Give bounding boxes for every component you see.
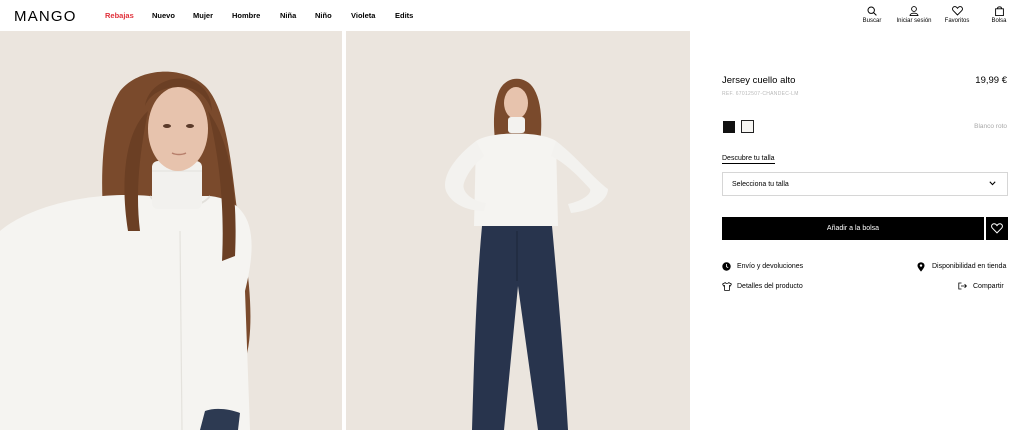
size-select[interactable]: Selecciona tu talla — [722, 172, 1008, 196]
product-image-fullbody[interactable] — [346, 31, 690, 430]
bag-icon — [994, 6, 1004, 16]
store-availability-label: Disponibilidad en tienda — [932, 263, 1007, 270]
add-to-favorites-button[interactable] — [986, 217, 1008, 240]
location-pin-icon — [917, 262, 925, 272]
nav-item-nino[interactable]: Niño — [315, 11, 332, 20]
product-reference: REF. 67012507-CHANDEC-LM — [722, 91, 799, 97]
nav-item-rebajas[interactable]: Rebajas — [105, 11, 134, 20]
product-details-label: Detalles del producto — [737, 283, 803, 290]
bag-button[interactable]: Bolsa — [988, 6, 1010, 24]
search-label: Buscar — [862, 18, 882, 24]
favorites-label: Favoritos — [944, 18, 970, 24]
bag-label: Bolsa — [991, 18, 1007, 24]
search-button[interactable]: Buscar — [858, 6, 886, 24]
shirt-icon — [722, 282, 732, 291]
share-icon — [958, 282, 967, 290]
model-closeup-illustration — [0, 31, 342, 430]
shipping-returns-link[interactable]: Envío y devoluciones — [722, 262, 804, 271]
model-fullbody-illustration — [346, 31, 690, 430]
search-icon — [867, 6, 877, 16]
size-guide-link[interactable]: Descubre tu talla — [722, 155, 775, 164]
heart-icon — [951, 6, 963, 16]
shipping-returns-label: Envío y devoluciones — [737, 263, 804, 270]
login-button[interactable]: Iniciar sesión — [893, 6, 935, 24]
favorites-button[interactable]: Favoritos — [940, 6, 974, 24]
color-swatch-offwhite[interactable] — [741, 120, 754, 133]
nav-item-mujer[interactable]: Mujer — [193, 11, 213, 20]
share-link[interactable]: Compartir — [958, 282, 1004, 290]
heart-icon — [991, 223, 1003, 234]
nav-item-edits[interactable]: Edits — [395, 11, 413, 20]
color-swatch-black[interactable] — [723, 121, 735, 133]
nav-item-nina[interactable]: Niña — [280, 11, 296, 20]
selected-color-label: Blanco roto — [974, 123, 1007, 130]
site-header: MANGO Rebajas Nuevo Mujer Hombre Niña Ni… — [0, 0, 1024, 31]
product-details-link[interactable]: Detalles del producto — [722, 282, 803, 291]
nav-item-violeta[interactable]: Violeta — [351, 11, 375, 20]
add-to-bag-button[interactable]: Añadir a la bolsa — [722, 217, 984, 240]
clock-icon — [722, 262, 731, 271]
chevron-down-icon — [989, 181, 996, 186]
user-icon — [909, 6, 919, 16]
nav-item-nuevo[interactable]: Nuevo — [152, 11, 175, 20]
product-title: Jersey cuello alto — [722, 75, 796, 86]
product-image-closeup[interactable] — [0, 31, 342, 430]
mango-logo[interactable]: MANGO — [14, 8, 77, 25]
nav-item-hombre[interactable]: Hombre — [232, 11, 260, 20]
store-availability-link[interactable]: Disponibilidad en tienda — [917, 262, 1007, 272]
login-label: Iniciar sesión — [896, 18, 932, 24]
size-select-placeholder: Selecciona tu talla — [732, 181, 789, 188]
product-info-panel: Jersey cuello alto 19,99 € REF. 67012507… — [690, 31, 1024, 430]
product-price: 19,99 € — [975, 75, 1007, 86]
